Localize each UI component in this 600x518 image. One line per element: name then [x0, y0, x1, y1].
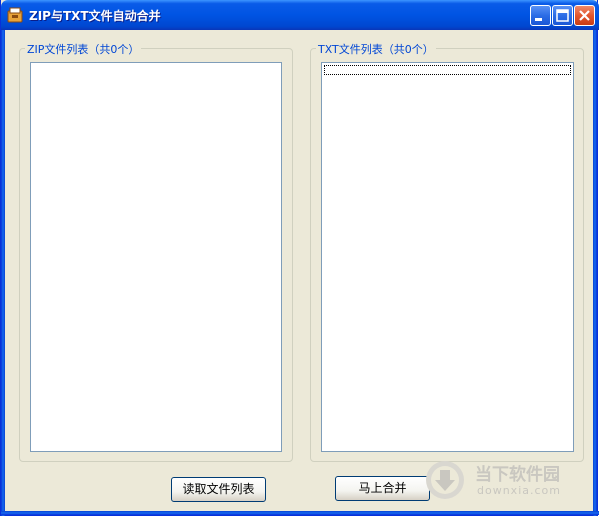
zip-group-legend: ZIP文件列表（共0个） [25, 41, 142, 57]
watermark-name: 当下软件园 [475, 465, 560, 485]
title-bar[interactable]: ZIP与TXT文件自动合并 [1, 0, 599, 30]
window-frame-right [593, 30, 597, 516]
window-frame-bottom [1, 511, 599, 515]
list-focus-indicator [324, 65, 571, 75]
close-icon [579, 10, 590, 21]
minimize-icon [535, 18, 542, 21]
maximize-icon [556, 9, 569, 22]
maximize-button[interactable] [552, 5, 573, 26]
window-frame-left [1, 30, 5, 516]
folder-icon [7, 7, 23, 23]
minimize-button[interactable] [530, 5, 551, 26]
window-title: ZIP与TXT文件自动合并 [29, 9, 161, 23]
watermark-site: downxia.com [477, 484, 561, 497]
watermark-logo-icon [426, 461, 464, 499]
app-window: ZIP与TXT文件自动合并 ZIP文件列表（共0个） TXT文件列表（共0个） [0, 0, 599, 516]
watermark: 当下软件园 downxia.com [423, 458, 583, 502]
merge-now-button[interactable]: 马上合并 [335, 476, 430, 501]
txt-group-legend: TXT文件列表（共0个） [316, 41, 436, 57]
zip-file-list[interactable] [30, 62, 282, 452]
close-button[interactable] [574, 5, 595, 26]
read-file-list-button[interactable]: 读取文件列表 [171, 477, 266, 502]
txt-file-list[interactable] [321, 62, 574, 452]
